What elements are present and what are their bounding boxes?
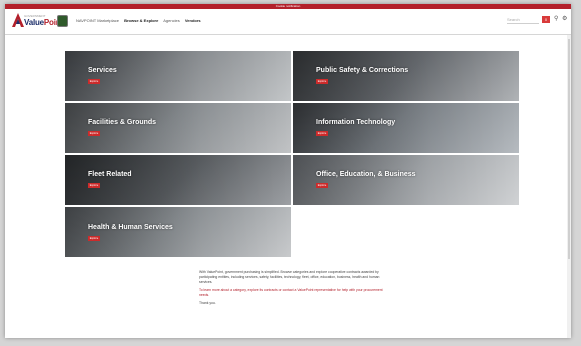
intro-paragraph-3: Thank you.: [199, 301, 216, 305]
scrollbar-thumb[interactable]: [568, 39, 570, 259]
logo-word-value: Value: [24, 18, 44, 27]
nav-item-browse[interactable]: Browse & Explore: [124, 18, 158, 23]
site-header: GOVERNMENT ValuePoint NAVPOINT Marketpla…: [5, 9, 571, 35]
page-scrollbar[interactable]: [567, 35, 571, 338]
main-nav: NAVPOINT Marketplace Browse & Explore Ag…: [76, 18, 205, 23]
category-title-fleet: Fleet Related: [88, 171, 132, 178]
category-tile-services[interactable]: Services Explore: [65, 51, 291, 101]
state-seal-icon: [57, 15, 68, 27]
category-tile-fleet[interactable]: Fleet Related Explore: [65, 155, 291, 205]
search-input[interactable]: Search: [507, 17, 539, 24]
category-title-information-technology: Information Technology: [316, 119, 396, 126]
explore-button-public-safety[interactable]: Explore: [316, 79, 328, 84]
category-tile-office-education-business[interactable]: Office, Education, & Business Explore: [293, 155, 519, 205]
intro-paragraph-1: With ValuePoint, government purchasing i…: [199, 270, 380, 284]
category-tile-public-safety[interactable]: Public Safety & Corrections Explore: [293, 51, 519, 101]
category-title-services: Services: [88, 67, 117, 74]
category-tile-information-technology[interactable]: Information Technology Explore: [293, 103, 519, 153]
cart-icon[interactable]: 0: [542, 16, 550, 23]
nav-item-agencies[interactable]: Agencies: [163, 18, 179, 23]
explore-button-fleet[interactable]: Explore: [88, 183, 100, 188]
user-icon[interactable]: ⚲: [554, 16, 558, 22]
category-title-health-human-services: Health & Human Services: [88, 224, 173, 231]
intro-paragraph-2: To learn more about a category, explore …: [199, 288, 383, 297]
category-title-office-education-business: Office, Education, & Business: [316, 171, 416, 178]
browser-window: Cookie notification GOVERNMENT ValuePoin…: [5, 4, 571, 338]
explore-button-facilities[interactable]: Explore: [88, 131, 100, 136]
cart-count: 0: [544, 17, 548, 22]
explore-button-office-education-business[interactable]: Explore: [316, 183, 328, 188]
intro-text: With ValuePoint, government purchasing i…: [199, 270, 389, 309]
valuepoint-logo-icon[interactable]: [12, 13, 24, 27]
category-tile-health-human-services[interactable]: Health & Human Services Explore: [65, 207, 291, 257]
explore-button-services[interactable]: Explore: [88, 79, 100, 84]
category-title-public-safety: Public Safety & Corrections: [316, 67, 409, 74]
explore-button-health-human-services[interactable]: Explore: [88, 236, 100, 241]
nav-item-vendors[interactable]: Vendors: [185, 18, 201, 23]
settings-icon[interactable]: ⚙: [562, 16, 567, 22]
category-tile-facilities[interactable]: Facilities & Grounds Explore: [65, 103, 291, 153]
explore-button-information-technology[interactable]: Explore: [316, 131, 328, 136]
nav-item-marketplace[interactable]: NAVPOINT Marketplace: [76, 18, 119, 23]
category-title-facilities: Facilities & Grounds: [88, 119, 157, 126]
